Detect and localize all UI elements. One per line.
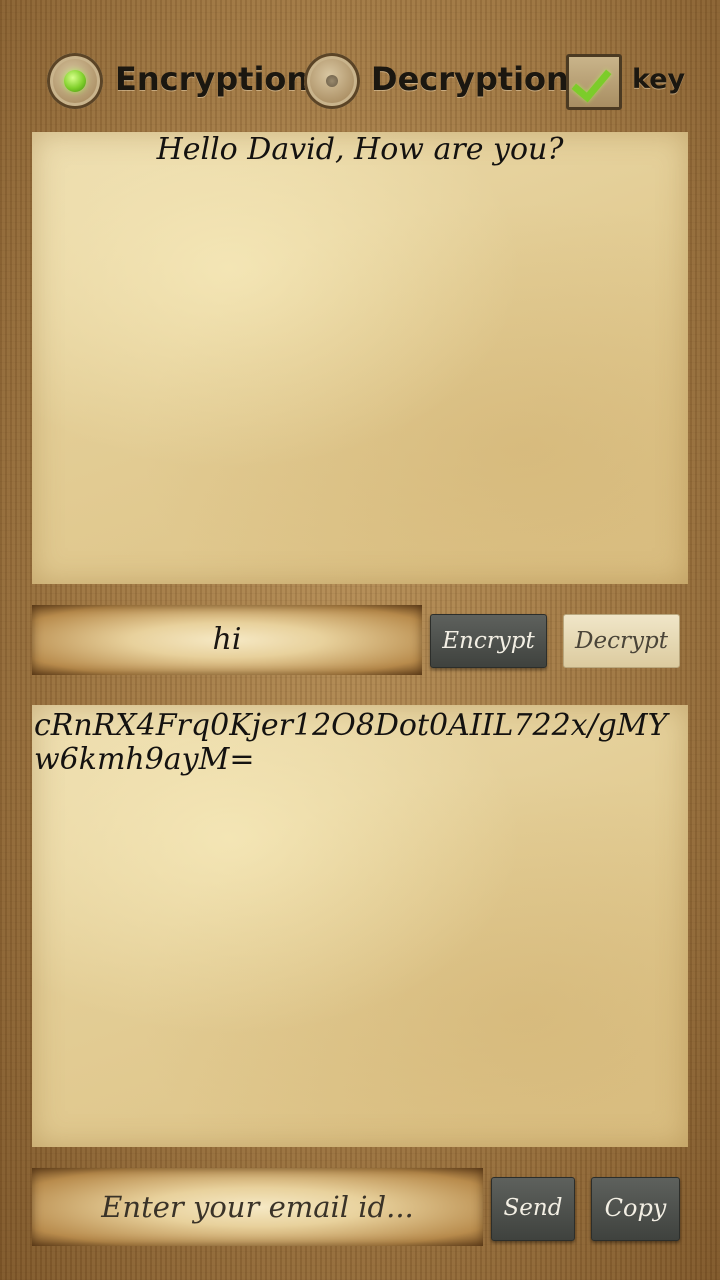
plain-text-area[interactable]: Hello David, How are you? — [32, 132, 688, 584]
radio-selected-dot-icon — [64, 70, 86, 92]
plain-text-content: Hello David, How are you? — [156, 132, 564, 167]
decryption-radio[interactable] — [304, 53, 360, 109]
send-button[interactable]: Send — [491, 1177, 575, 1241]
encryption-label[interactable]: Encryption — [115, 60, 309, 98]
encryption-radio[interactable] — [47, 53, 103, 109]
radio-unselected-dot-icon — [326, 75, 338, 87]
encrypt-button[interactable]: Encrypt — [430, 614, 547, 668]
key-input[interactable]: hi — [32, 605, 422, 675]
email-input[interactable]: Enter your email id... — [32, 1168, 483, 1246]
cipher-text-area[interactable]: cRnRX4Frq0Kjer12O8Dot0AIIL722x/gMYw6kmh9… — [32, 705, 688, 1147]
copy-button[interactable]: Copy — [591, 1177, 680, 1241]
cipher-text-content: cRnRX4Frq0Kjer12O8Dot0AIIL722x/gMYw6kmh9… — [34, 708, 668, 777]
decrypt-button[interactable]: Decrypt — [563, 614, 680, 668]
key-checkbox[interactable] — [566, 54, 622, 110]
checkmark-icon — [571, 60, 612, 103]
decryption-label[interactable]: Decryption — [371, 60, 569, 98]
key-label[interactable]: key — [632, 64, 685, 95]
